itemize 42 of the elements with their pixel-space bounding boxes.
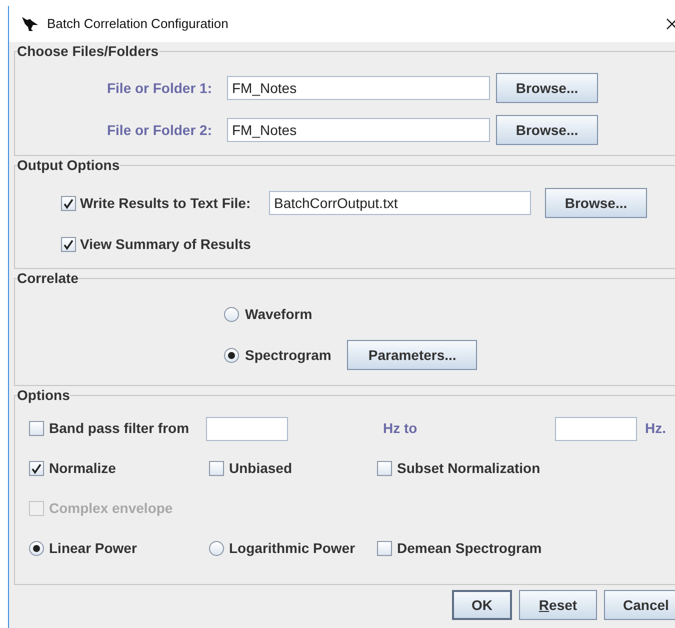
text-field[interactable]: FM_Notes	[227, 118, 490, 142]
radio-label: Waveform	[245, 304, 312, 324]
frequency-field[interactable]	[206, 416, 288, 440]
checkbox-label: Demean Spectrogram	[397, 539, 542, 558]
radio-button[interactable]	[224, 348, 239, 362]
browse-button[interactable]: Browse...	[545, 188, 647, 218]
checkbox[interactable]	[61, 196, 76, 210]
radio-label: Linear Power	[49, 539, 137, 558]
checkbox[interactable]	[377, 541, 392, 556]
dialog-button[interactable]: Cancel	[604, 590, 675, 620]
field-label: File or Folder 2:	[106, 120, 212, 140]
checkbox[interactable]	[377, 461, 392, 476]
parameters-button[interactable]: Parameters...	[347, 340, 478, 370]
checkbox-label: Unbiased	[229, 459, 292, 478]
text-field[interactable]: BatchCorrOutput.txt	[269, 191, 531, 215]
bird-icon	[21, 16, 39, 32]
frequency-field[interactable]	[555, 416, 637, 440]
radio-button[interactable]	[224, 306, 239, 322]
browse-button[interactable]: Browse...	[496, 73, 598, 103]
checkbox-label: Subset Normalization	[397, 459, 540, 478]
dialog-button[interactable]: Reset	[519, 590, 597, 620]
checkbox-label: Complex envelope	[49, 499, 173, 518]
text-field[interactable]: FM_Notes	[227, 76, 490, 100]
checkbox-label: Band pass filter from	[49, 419, 190, 438]
field-label: File or Folder 1:	[106, 78, 212, 98]
checkbox[interactable]	[209, 461, 224, 476]
unit-label: Hz to	[383, 419, 418, 438]
unit-label: Hz.	[645, 419, 666, 438]
checkbox[interactable]	[61, 237, 76, 252]
dialog-button[interactable]: OK	[452, 590, 512, 620]
checkbox-label: Write Results to Text File:	[80, 194, 252, 212]
radio-label: Spectrogram	[245, 346, 332, 365]
checkbox-label: Normalize	[49, 459, 116, 478]
radio-button[interactable]	[29, 541, 44, 556]
checkbox-label: View Summary of Results	[80, 235, 251, 254]
close-icon[interactable]	[666, 18, 675, 30]
radio-label: Logarithmic Power	[229, 539, 356, 558]
browse-button[interactable]: Browse...	[496, 115, 598, 145]
checkbox[interactable]	[29, 421, 44, 436]
window-title: Batch Correlation Configuration	[47, 15, 228, 34]
radio-button[interactable]	[209, 541, 224, 556]
checkbox[interactable]	[29, 461, 44, 476]
